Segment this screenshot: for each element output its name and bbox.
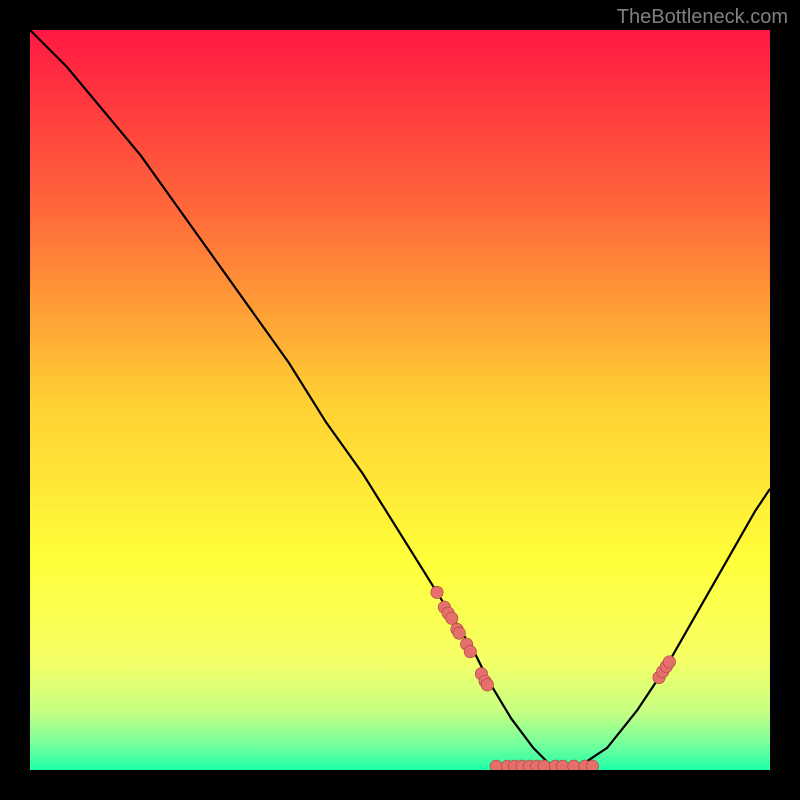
gradient-rect — [30, 30, 770, 770]
chart-plot-area — [30, 30, 770, 770]
data-point — [453, 627, 465, 639]
data-point — [481, 679, 493, 691]
data-point — [586, 760, 598, 770]
data-point — [557, 760, 569, 770]
data-point — [490, 760, 502, 770]
data-point — [431, 586, 443, 598]
background-gradient — [30, 30, 770, 770]
data-point — [568, 760, 580, 770]
watermark-text: TheBottleneck.com — [617, 6, 788, 29]
data-point — [538, 760, 550, 770]
data-point — [464, 645, 476, 657]
chart-svg — [30, 30, 770, 770]
data-point — [446, 612, 458, 624]
data-point — [663, 656, 675, 668]
